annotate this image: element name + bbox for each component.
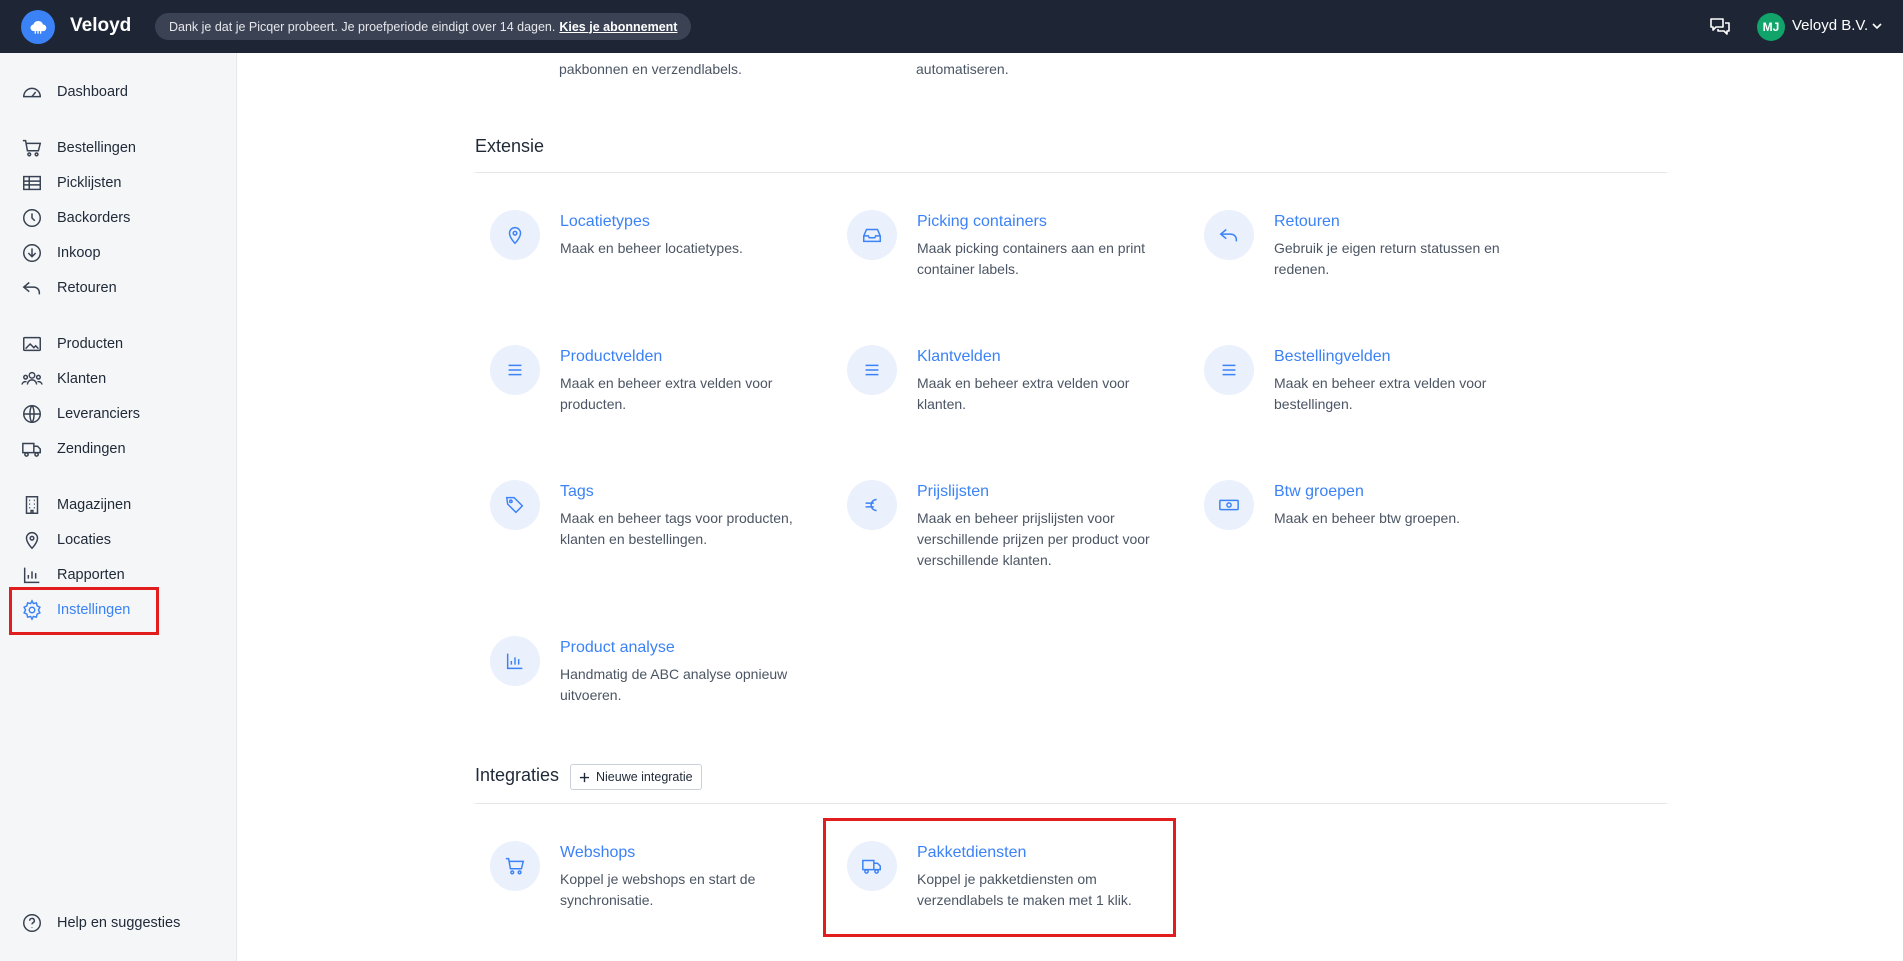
card-title[interactable]: Locatietypes	[560, 213, 650, 231]
sidebar-item-label: Producten	[57, 336, 124, 352]
sidebar-item-picklijsten[interactable]: Picklijsten	[21, 170, 121, 196]
sidebar-item-label: Backorders	[57, 210, 131, 226]
highlight-box-pakketdiensten	[823, 818, 1176, 937]
partial-card-desc-2: automatiseren.	[916, 61, 1009, 77]
card-description: Handmatig de ABC analyse opnieuw uitvoer…	[560, 666, 788, 703]
sidebar-item-help[interactable]: Help en suggesties	[21, 910, 180, 936]
sidebar-item-producten[interactable]: Producten	[21, 331, 123, 357]
card-description: Koppel je webshops en start de synchroni…	[560, 871, 756, 908]
sidebar-item-label: Help en suggesties	[57, 915, 181, 931]
sidebar-item-dashboard[interactable]: Dashboard	[21, 79, 128, 105]
sidebar-item-label: Picklijsten	[57, 175, 122, 191]
divider	[475, 803, 1667, 804]
list-icon	[1204, 345, 1254, 395]
sidebar-item-label: Zendingen	[57, 441, 126, 457]
map-pin-icon	[25, 532, 39, 550]
new-integration-label: Nieuwe integratie	[596, 770, 693, 784]
return-icon	[1204, 210, 1254, 260]
cart-icon	[490, 841, 540, 891]
map-pin-icon	[490, 210, 540, 260]
return-icon	[22, 281, 41, 295]
card-title[interactable]: Btw groepen	[1274, 483, 1364, 501]
inbox-icon	[847, 210, 897, 260]
card-description: Maak en beheer locatietypes.	[560, 240, 743, 256]
card-title[interactable]: Webshops	[560, 844, 635, 862]
card-title[interactable]: Retouren	[1274, 213, 1340, 231]
highlight-box-settings	[9, 587, 159, 635]
trial-banner: Dank je dat je Picqer probeert. Je proef…	[155, 13, 692, 40]
card-description: Maak en beheer btw groepen.	[1274, 510, 1461, 526]
chat-icon[interactable]	[1708, 14, 1732, 38]
new-integration-button[interactable]: Nieuwe integratie	[570, 764, 702, 790]
section-title-extensie: Extensie	[475, 136, 545, 156]
brand-name: Veloyd	[70, 15, 132, 36]
sidebar-item-label: Rapporten	[57, 567, 125, 583]
card-title[interactable]: Productvelden	[560, 348, 662, 366]
sidebar-item-magazijnen[interactable]: Magazijnen	[21, 492, 131, 518]
sidebar-item-label: Leveranciers	[57, 406, 141, 422]
download-circle-icon	[23, 244, 41, 262]
card-description: Maak en beheer extra velden voor bestell…	[1274, 375, 1487, 412]
divider	[475, 172, 1667, 173]
card-title[interactable]: Product analyse	[560, 639, 675, 657]
trial-text: Dank je dat je Picqer probeert. Je proef…	[169, 19, 556, 34]
clock-icon	[23, 209, 41, 227]
sidebar-item-rapporten[interactable]: Rapporten	[21, 562, 125, 588]
avatar[interactable]: MJ	[1757, 13, 1785, 41]
sidebar-item-label: Bestellingen	[57, 140, 136, 156]
card-description: Maak en beheer tags voor producten, klan…	[560, 510, 793, 547]
chevron-down-icon[interactable]	[1871, 20, 1883, 32]
banknote-icon	[1204, 480, 1254, 530]
sidebar-item-label: Dashboard	[57, 84, 128, 100]
section-title-integraties: Integraties	[475, 765, 560, 785]
card-title[interactable]: Tags	[560, 483, 594, 501]
list-icon	[490, 345, 540, 395]
card-title[interactable]: Klantvelden	[917, 348, 1001, 366]
sidebar-item-backorders[interactable]: Backorders	[21, 205, 130, 231]
table-icon	[23, 175, 41, 191]
card-description: Gebruik je eigen return statussen en red…	[1274, 240, 1500, 277]
sidebar-item-label: Retouren	[57, 280, 117, 296]
logo-icon[interactable]	[21, 10, 55, 44]
sidebar-item-label: Klanten	[57, 371, 107, 387]
sidebar-item-label: Locaties	[57, 532, 112, 548]
sidebar-item-inkoop[interactable]: Inkoop	[21, 240, 101, 266]
sidebar-item-leveranciers[interactable]: Leveranciers	[21, 401, 140, 427]
sidebar-item-bestellingen[interactable]: Bestellingen	[21, 135, 136, 161]
euro-icon	[847, 480, 897, 530]
cart-icon	[22, 139, 42, 157]
partial-card-desc-1: pakbonnen en verzendlabels.	[559, 61, 742, 77]
image-icon	[23, 336, 41, 352]
top-bar: Veloyd Dank je dat je Picqer probeert. J…	[0, 0, 1903, 53]
bar-chart-icon	[490, 636, 540, 686]
globe-icon	[23, 405, 41, 423]
dashboard-icon	[23, 87, 41, 98]
card-description: Maak picking containers aan en print con…	[917, 240, 1146, 277]
truck-icon	[22, 442, 41, 457]
sidebar-item-zendingen[interactable]: Zendingen	[21, 436, 126, 462]
list-icon	[847, 345, 897, 395]
sidebar-item-klanten[interactable]: Klanten	[21, 366, 106, 392]
bar-chart-icon	[23, 567, 40, 584]
building-icon	[25, 496, 39, 514]
plus-icon	[579, 772, 590, 782]
help-icon	[23, 914, 41, 932]
tag-icon	[490, 480, 540, 530]
sidebar-item-retouren[interactable]: Retouren	[21, 275, 117, 301]
choose-subscription-link[interactable]: Kies je abonnement	[559, 20, 677, 34]
sidebar-item-label: Inkoop	[57, 245, 101, 261]
sidebar-item-label: Magazijnen	[57, 497, 132, 513]
card-title[interactable]: Prijslijsten	[917, 483, 989, 501]
company-switcher[interactable]: Veloyd B.V.	[1792, 17, 1868, 34]
sidebar-item-locaties[interactable]: Locaties	[21, 527, 111, 553]
card-description: Maak en beheer prijslijsten voor verschi…	[917, 510, 1150, 568]
card-title[interactable]: Picking containers	[917, 213, 1047, 231]
users-icon	[21, 371, 43, 385]
card-description: Maak en beheer extra velden voor klanten…	[917, 375, 1130, 412]
card-description: Maak en beheer extra velden voor product…	[560, 375, 773, 412]
card-title[interactable]: Bestellingvelden	[1274, 348, 1391, 366]
